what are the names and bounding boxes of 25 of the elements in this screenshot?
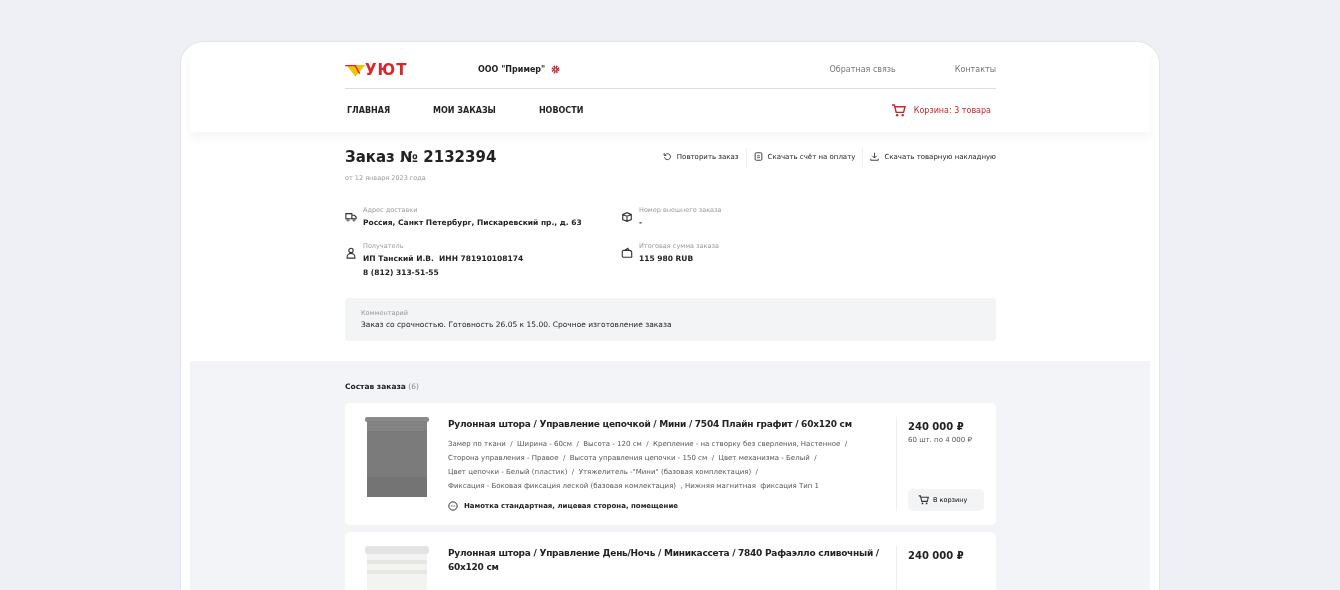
product-title[interactable]: Рулонная штора / Управление цепочкой / Мини / 7504 Плайн графит / 60x120 см [448,417,890,431]
logo-text: УЮТ [365,60,408,79]
roll-icon [448,501,458,511]
wallet-icon [621,247,633,259]
logo[interactable]: УЮТ [345,60,478,79]
order-title: Заказ № 2132394 [345,148,497,166]
nav-link[interactable]: МОИ ЗАКАЗЫ [433,106,496,115]
nav-link[interactable]: ГЛАВНАЯ [347,106,391,115]
nav-link[interactable]: НОВОСТИ [538,106,584,115]
download-icon [870,152,880,161]
company-name: ООО "Пример" [478,65,546,74]
repeat-icon [662,152,672,161]
product-price: 240 000 ₽ [908,421,965,432]
document-icon [753,152,763,161]
product-title[interactable]: Рулонная штора / Управление День/Ночь / Миникассета / 7840 Рафаэлло сливочный / 60x120 см [448,546,890,574]
header-link[interactable]: Контакты [954,65,996,74]
header-link[interactable]: Обратная связь [829,65,896,74]
truck-icon [345,211,357,223]
cart-icon [890,104,906,117]
settings-icon[interactable] [551,65,561,74]
box-icon [621,211,633,223]
cart-icon [918,495,929,505]
product-price: 240 000 ₽ [908,550,965,561]
person-icon [345,247,357,259]
cart-link[interactable]: Корзина: 3 товара [890,104,991,117]
